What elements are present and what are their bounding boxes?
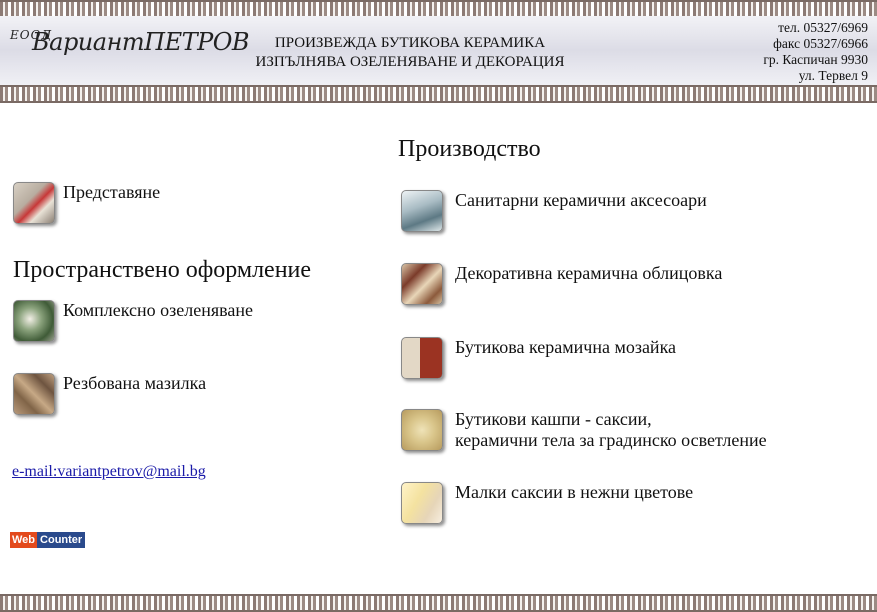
company-logo: ЕООД ВариантПЕТРОВ — [10, 22, 250, 62]
mosaic-icon[interactable] — [401, 337, 443, 379]
carved-plaster-icon[interactable] — [13, 373, 55, 415]
phone-text: тел. 05327/6969 — [778, 20, 868, 35]
webcounter-badge[interactable]: Web Counter — [10, 532, 86, 548]
present-thumbnail-icon[interactable] — [13, 182, 55, 224]
sanitary-accessories-link[interactable]: Санитарни керамични аксесоари — [401, 190, 707, 232]
small-pots-link[interactable]: Малки саксии в нежни цветове — [401, 482, 693, 524]
street-text: ул. Тервел 9 — [798, 68, 868, 83]
production-title: Производство — [398, 136, 541, 162]
greenery-link[interactable]: Комплексно озеленяване — [13, 300, 253, 342]
sanitary-accessories-label[interactable]: Санитарни керамични аксесоари — [455, 190, 707, 211]
carved-plaster-link[interactable]: Резбована мазилка — [13, 373, 206, 415]
header-ornament-border — [0, 85, 877, 103]
city-text: гр. Каспичан 9930 — [763, 52, 868, 67]
planters-label-line-2[interactable]: керамични тела за градинско осветление — [455, 430, 767, 451]
spatial-design-title: Пространствено оформление — [13, 257, 312, 283]
webcounter-web: Web — [10, 532, 38, 548]
logo-name: ВариантПЕТРОВ — [32, 28, 250, 56]
small-pots-label[interactable]: Малки саксии в нежни цветове — [455, 482, 693, 503]
present-link[interactable]: Представяне — [13, 182, 160, 224]
small-pots-icon[interactable] — [401, 482, 443, 524]
carved-plaster-label[interactable]: Резбована мазилка — [63, 373, 206, 394]
mosaic-label[interactable]: Бутикова керамична мозайка — [455, 337, 676, 358]
webcounter-counter: Counter — [37, 532, 86, 548]
bottom-ornament-border — [0, 594, 877, 612]
planters-label-line-1[interactable]: Бутикови кашпи - саксии, — [455, 409, 767, 430]
decorative-cladding-icon[interactable] — [401, 263, 443, 305]
mosaic-link[interactable]: Бутикова керамична мозайка — [401, 337, 676, 379]
fax-text: факс 05327/6966 — [773, 36, 868, 51]
greenery-label[interactable]: Комплексно озеленяване — [63, 300, 253, 321]
sanitary-accessories-icon[interactable] — [401, 190, 443, 232]
decorative-cladding-label[interactable]: Декоративна керамична облицовка — [455, 263, 722, 284]
present-label[interactable]: Представяне — [63, 182, 160, 203]
planters-icon[interactable] — [401, 409, 443, 451]
greenery-icon[interactable] — [13, 300, 55, 342]
planters-link[interactable]: Бутикови кашпи - саксии, керамични тела … — [401, 409, 767, 451]
tagline-line-2: ИЗПЪЛНЯВА ОЗЕЛЕНЯВАНЕ И ДЕКОРАЦИЯ — [255, 54, 565, 70]
decorative-cladding-link[interactable]: Декоративна керамична облицовка — [401, 263, 722, 305]
tagline-line-1: ПРОИЗВЕЖДА БУТИКОВА КЕРАМИКА — [274, 35, 546, 51]
tagline: ПРОИЗВЕЖДА БУТИКОВА КЕРАМИКА ИЗПЪЛНЯВА О… — [220, 34, 600, 72]
email-link[interactable]: e-mail:variantpetrov@mail.bg — [12, 463, 206, 481]
contact-info: тел. 05327/6969 факс 05327/6966 гр. Касп… — [763, 20, 868, 84]
planters-label[interactable]: Бутикови кашпи - саксии, керамични тела … — [455, 409, 767, 451]
